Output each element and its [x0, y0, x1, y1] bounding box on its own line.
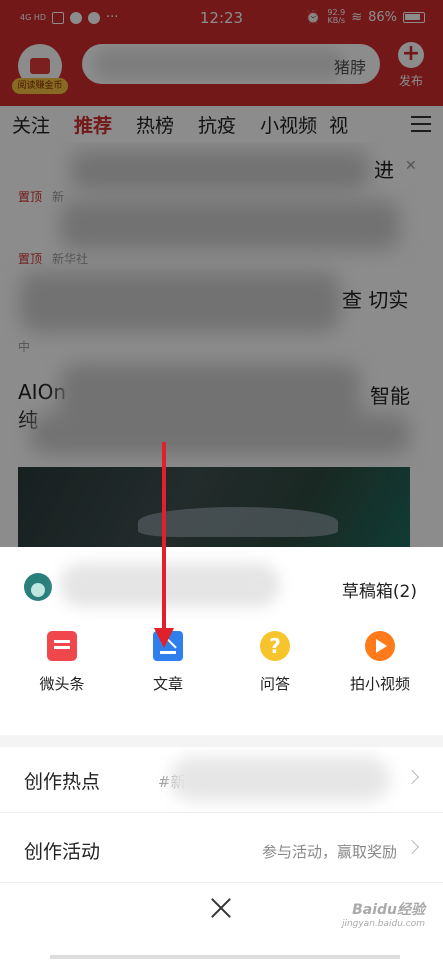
row-title: 创作活动 — [24, 841, 101, 863]
action-qa[interactable]: ? 问答 — [235, 631, 315, 694]
row-title: 创作热点 — [24, 771, 101, 793]
section-divider — [0, 735, 443, 747]
home-indicator — [50, 955, 400, 959]
arrow-head — [154, 628, 174, 648]
action-label: 微头条 — [39, 675, 85, 693]
action-short-video[interactable]: 拍小视频 — [340, 631, 420, 694]
row-creation-hotspots[interactable]: 创作热点 #新 — [0, 747, 443, 813]
arrow-shaft — [162, 442, 166, 634]
row-creation-events[interactable]: 创作活动 参与活动，赢取奖励 — [0, 817, 443, 883]
row-hint: 参与活动，赢取奖励 — [261, 843, 397, 861]
watermark: Baidu经验 jingyan.baidu.com — [341, 902, 425, 929]
action-label: 文章 — [152, 675, 183, 693]
chevron-right-icon — [404, 769, 420, 785]
annotation-arrow — [154, 442, 174, 652]
create-actions: 微头条 文章 ? 问答 拍小视频 — [0, 631, 443, 711]
short-video-icon — [365, 631, 395, 661]
sheet-header: 草稿箱(2) — [0, 547, 443, 627]
micro-headline-icon — [47, 631, 77, 661]
action-micro-headline[interactable]: 微头条 — [22, 631, 102, 694]
action-label: 拍小视频 — [349, 675, 410, 693]
user-avatar[interactable] — [24, 573, 52, 601]
drafts-button[interactable]: 草稿箱(2) — [342, 577, 417, 602]
blurred-hint — [170, 757, 390, 801]
create-bottom-sheet: 草稿箱(2) 微头条 文章 ? 问答 拍小视频 创作热点 #新 创作活动 参与活… — [0, 547, 443, 960]
qa-icon: ? — [260, 631, 290, 661]
blurred-username — [60, 563, 280, 607]
chevron-right-icon — [404, 839, 420, 855]
action-label: 问答 — [259, 675, 290, 693]
dim-overlay[interactable] — [0, 0, 443, 547]
close-icon[interactable] — [206, 893, 236, 923]
